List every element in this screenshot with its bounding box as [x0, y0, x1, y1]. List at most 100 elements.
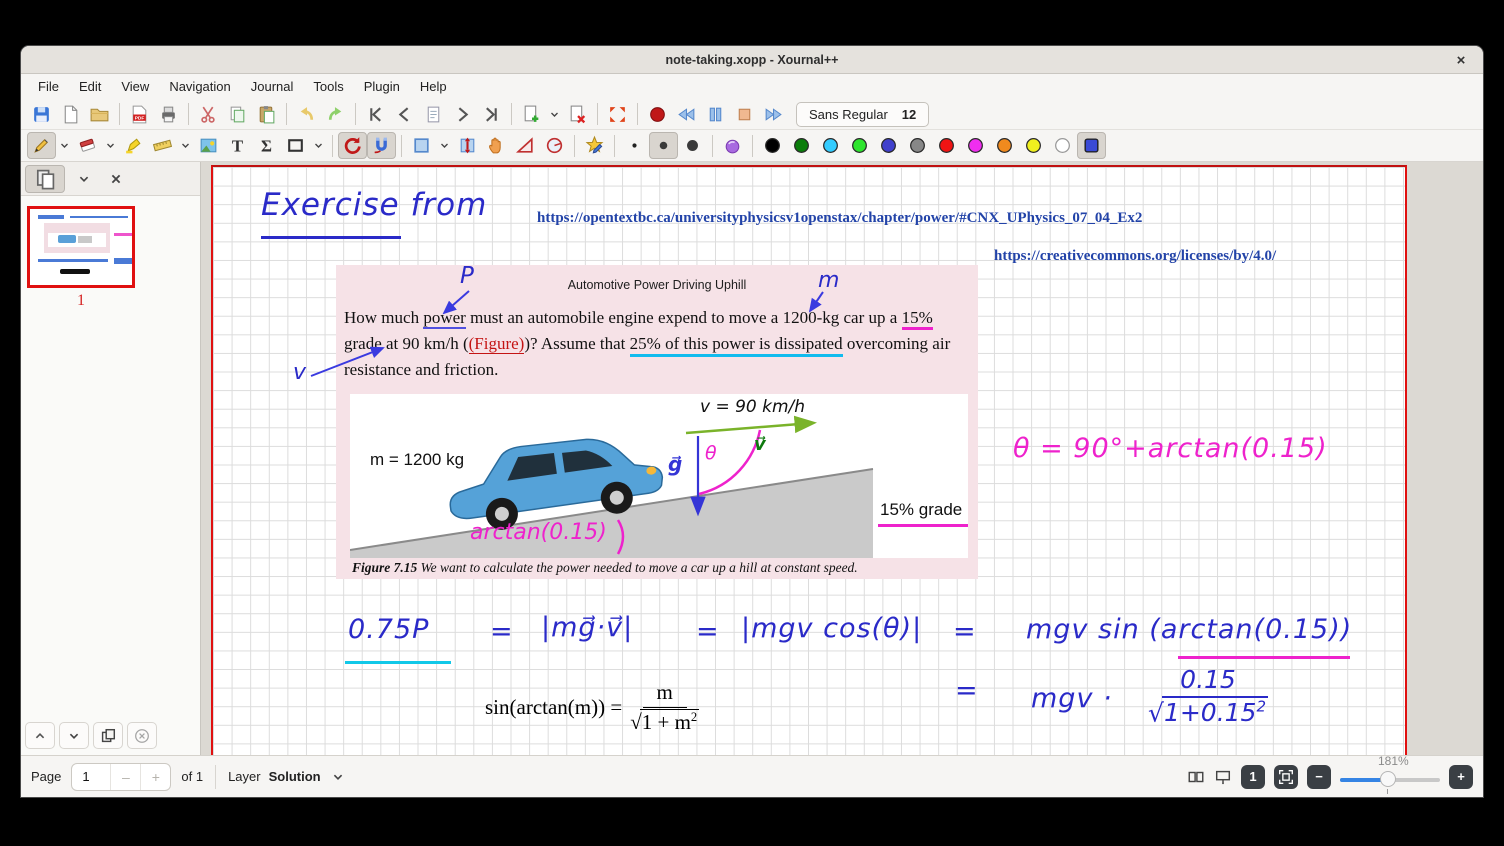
cut-button[interactable]	[194, 101, 223, 128]
print-button[interactable]	[154, 101, 183, 128]
save-button[interactable]	[27, 101, 56, 128]
setsquare-button[interactable]	[511, 132, 540, 159]
fast-forward-button[interactable]	[759, 101, 788, 128]
shape-rect-button[interactable]	[281, 132, 310, 159]
favorite-pen-button[interactable]	[580, 132, 609, 159]
dual-page-view-button[interactable]	[1187, 768, 1205, 786]
status-bar: Page 1 – + of 1 Layer Solution 1 − 181% …	[21, 755, 1483, 797]
color-swatch-1[interactable]	[787, 132, 816, 159]
menu-edit[interactable]: Edit	[70, 76, 110, 97]
menu-view[interactable]: View	[112, 76, 158, 97]
menu-journal[interactable]: Journal	[242, 76, 303, 97]
pause-button[interactable]	[701, 101, 730, 128]
goto-page-button[interactable]	[419, 101, 448, 128]
color-swatch-0[interactable]	[758, 132, 787, 159]
color-swatch-8[interactable]	[990, 132, 1019, 159]
redo-button[interactable]	[321, 101, 350, 128]
export-pdf-button[interactable]: PDF	[125, 101, 154, 128]
math-tex-button[interactable]: Σ	[252, 132, 281, 159]
chevron-down-button[interactable]	[102, 132, 119, 159]
hand-tool-button[interactable]	[482, 132, 511, 159]
first-page-button[interactable]	[361, 101, 390, 128]
menu-help[interactable]: Help	[411, 76, 456, 97]
fullscreen-button[interactable]	[603, 101, 632, 128]
stop-button[interactable]	[730, 101, 759, 128]
layer-dropdown-icon[interactable]	[329, 768, 347, 786]
prev-page-button[interactable]	[390, 101, 419, 128]
close-window-button[interactable]: ×	[1451, 50, 1471, 70]
zoom-slider[interactable]: 181%	[1340, 762, 1440, 792]
shape-recognizer-button[interactable]	[718, 132, 747, 159]
dot-medium-button[interactable]	[649, 132, 678, 159]
page-thumbnail[interactable]	[27, 206, 135, 288]
license-link[interactable]: https://creativecommons.org/licenses/by/…	[994, 248, 1276, 265]
rewind-button[interactable]	[672, 101, 701, 128]
dot-fine-button[interactable]	[620, 132, 649, 159]
color-swatch-6[interactable]	[932, 132, 961, 159]
figure-reference-link[interactable]: (Figure)	[469, 334, 525, 354]
zoom-100-button[interactable]: 1	[1241, 765, 1265, 789]
zoom-slider-thumb[interactable]	[1380, 771, 1396, 787]
page-number-input[interactable]: 1	[72, 769, 110, 784]
chevron-down-button[interactable]	[56, 132, 73, 159]
color-swatch-7[interactable]	[961, 132, 990, 159]
copy-button[interactable]	[223, 101, 252, 128]
dot-thick-button[interactable]	[678, 132, 707, 159]
zoom-fit-button[interactable]	[1274, 765, 1298, 789]
zoom-out-button[interactable]: −	[1307, 765, 1331, 789]
duplicate-page-button[interactable]	[93, 722, 123, 749]
page-decrement-button[interactable]: –	[110, 764, 140, 790]
image-tool-button[interactable]	[194, 132, 223, 159]
new-file-button[interactable]	[56, 101, 85, 128]
next-page-button[interactable]	[448, 101, 477, 128]
record-button[interactable]	[643, 101, 672, 128]
color-swatch-4[interactable]	[874, 132, 903, 159]
rotate-button[interactable]	[338, 132, 367, 159]
undo-button[interactable]	[292, 101, 321, 128]
select-region-button[interactable]	[407, 132, 436, 159]
presentation-mode-button[interactable]	[1214, 768, 1232, 786]
scroll-up-button[interactable]	[25, 722, 55, 749]
sidebar-close-button[interactable]	[103, 165, 129, 193]
page-increment-button[interactable]: +	[140, 764, 170, 790]
page-preview-tab-button[interactable]	[25, 165, 65, 193]
color-swatch-2[interactable]	[816, 132, 845, 159]
menu-plugin[interactable]: Plugin	[355, 76, 409, 97]
color-swatch-3[interactable]	[845, 132, 874, 159]
zoom-in-button[interactable]: +	[1449, 765, 1473, 789]
text-tool-button[interactable]: T	[223, 132, 252, 159]
open-folder-button[interactable]	[85, 101, 114, 128]
document-page[interactable]: Exercise from https://opentextbc.ca/univ…	[211, 165, 1407, 755]
color-swatch-9[interactable]	[1019, 132, 1048, 159]
canvas-background[interactable]: Exercise from https://opentextbc.ca/univ…	[201, 162, 1483, 755]
layer-selector[interactable]: Solution	[269, 769, 321, 784]
color-swatch-5[interactable]	[903, 132, 932, 159]
delete-page-button[interactable]	[563, 101, 592, 128]
sidebar-dropdown-button[interactable]	[71, 165, 97, 193]
paste-button[interactable]	[252, 101, 281, 128]
font-selector[interactable]: Sans Regular12	[796, 102, 929, 127]
last-page-button[interactable]	[477, 101, 506, 128]
color-swatch-10[interactable]	[1048, 132, 1077, 159]
vertical-space-button[interactable]	[453, 132, 482, 159]
color-picker-button[interactable]	[1077, 132, 1106, 159]
eq1-magenta-underline	[1178, 656, 1350, 659]
eraser-button[interactable]	[73, 132, 102, 159]
scroll-down-button[interactable]	[59, 722, 89, 749]
menu-navigation[interactable]: Navigation	[160, 76, 239, 97]
compass-button[interactable]	[540, 132, 569, 159]
delete-page-sidebar-button[interactable]	[127, 722, 157, 749]
menu-tools[interactable]: Tools	[304, 76, 352, 97]
toolbar-separator	[637, 103, 638, 125]
source-link[interactable]: https://opentextbc.ca/universityphysicsv…	[537, 210, 1142, 227]
chevron-down-button[interactable]	[177, 132, 194, 159]
snap-magnet-button[interactable]	[367, 132, 396, 159]
chevron-down-button[interactable]	[310, 132, 327, 159]
pen-button[interactable]	[27, 132, 56, 159]
menu-file[interactable]: File	[29, 76, 68, 97]
add-page-button[interactable]	[517, 101, 546, 128]
chevron-down-button[interactable]	[546, 101, 563, 128]
chevron-down-button[interactable]	[436, 132, 453, 159]
ruler-button[interactable]	[148, 132, 177, 159]
highlighter-button[interactable]	[119, 132, 148, 159]
